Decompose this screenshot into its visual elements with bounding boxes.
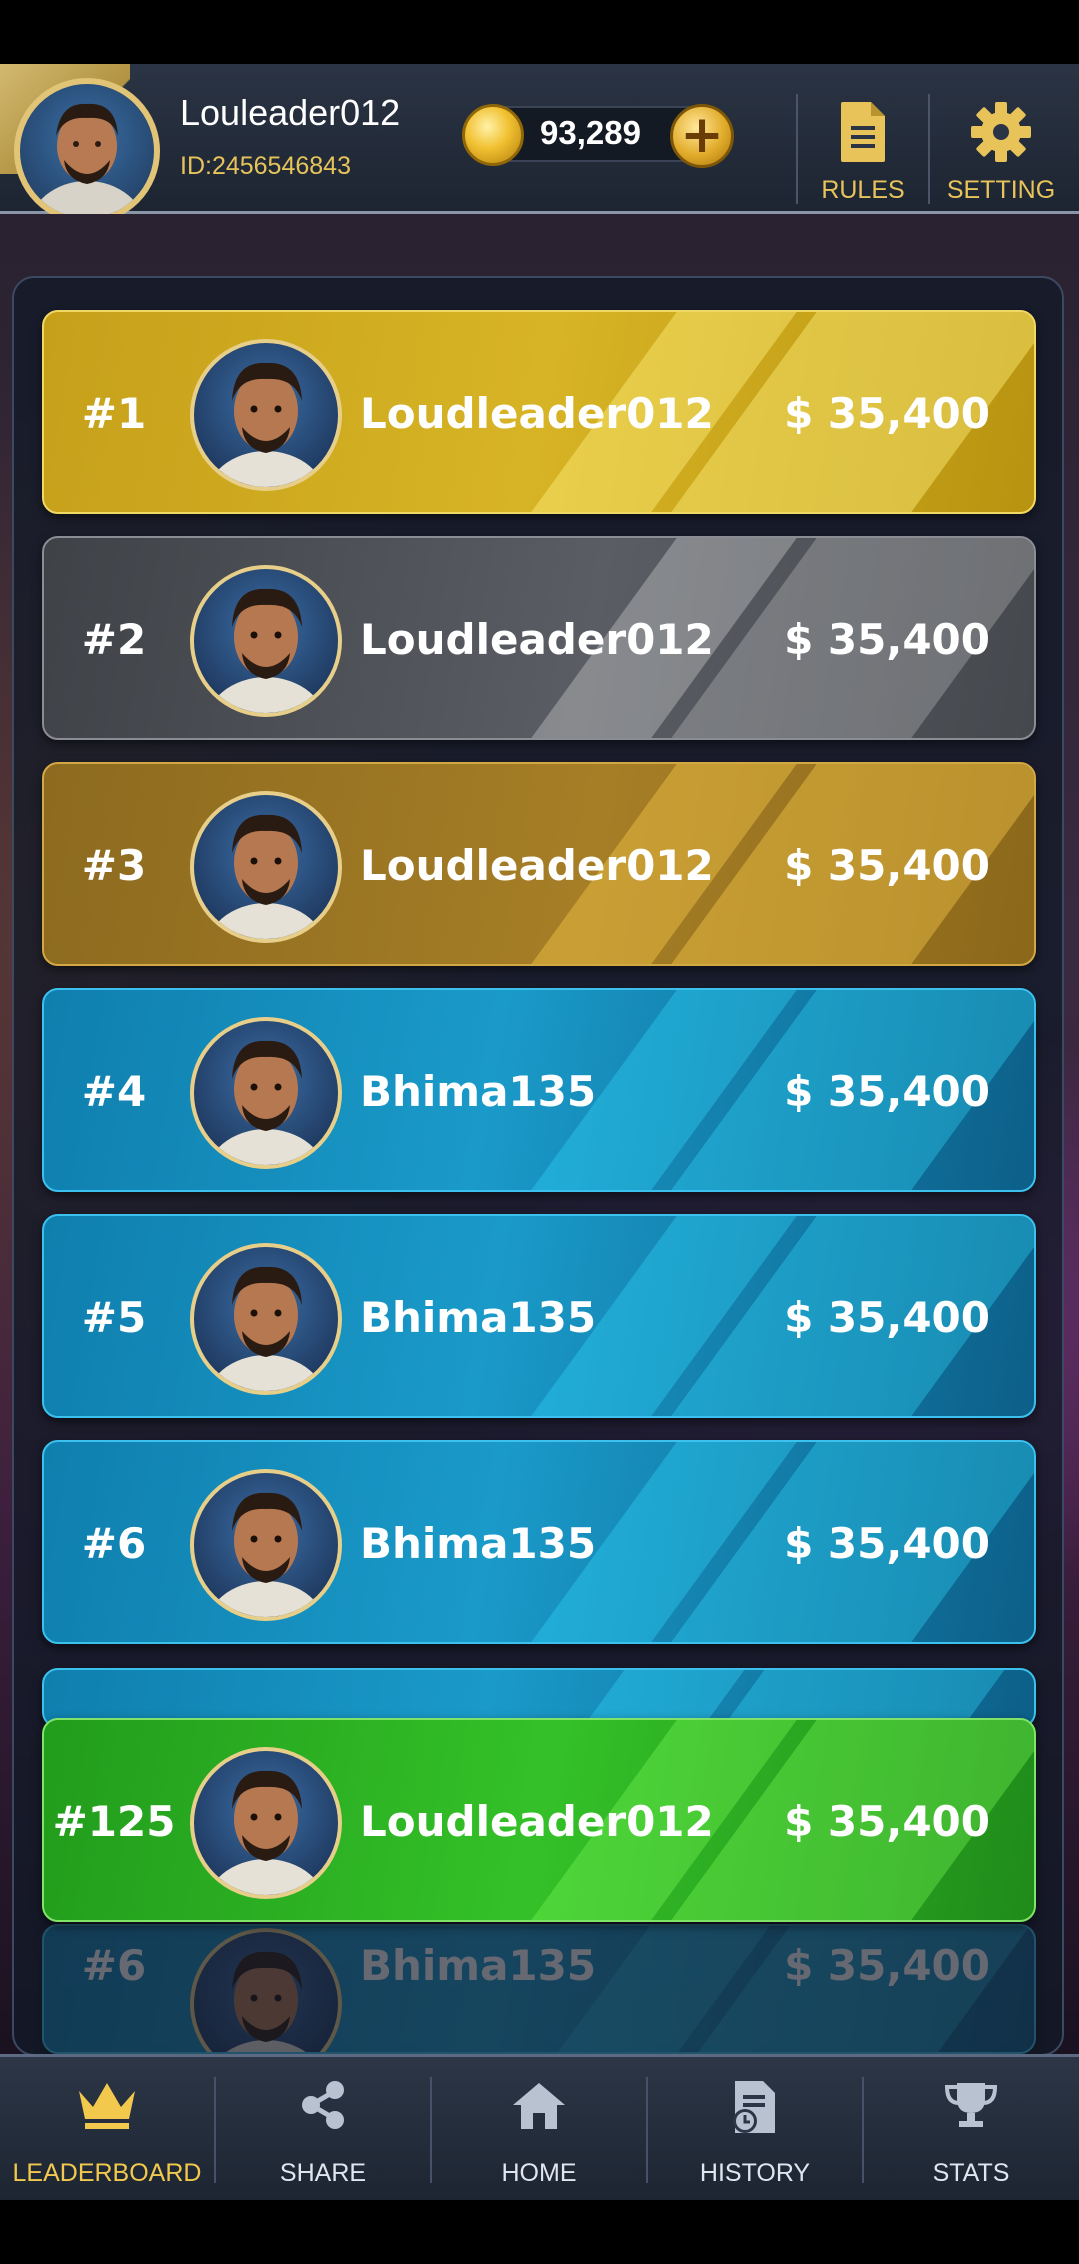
leaderboard-row[interactable]: #2 Loudleader012 $ 35,400 bbox=[42, 536, 1036, 740]
row-avatar bbox=[190, 1747, 342, 1899]
row-rank: #1 bbox=[81, 389, 147, 438]
nav-stats[interactable]: STATS bbox=[864, 2057, 1078, 2203]
row-amount: $ 35,400 bbox=[784, 1293, 990, 1342]
gear-icon bbox=[969, 100, 1033, 168]
row-player-name: Bhima135 bbox=[360, 1519, 597, 1568]
leaderboard-row-faded: #6 Bhima135 $ 35,400 bbox=[42, 1924, 1036, 2054]
row-avatar bbox=[190, 565, 342, 717]
nav-label: STATS bbox=[932, 2159, 1010, 2187]
nav-label: HOME bbox=[501, 2159, 577, 2187]
row-amount: $ 35,400 bbox=[784, 389, 990, 438]
row-amount: $ 35,400 bbox=[784, 1797, 990, 1846]
row-player-name: Bhima135 bbox=[360, 1941, 597, 1990]
row-avatar bbox=[190, 339, 342, 491]
coin-icon bbox=[462, 104, 524, 166]
row-rank: #2 bbox=[81, 615, 147, 664]
row-player-name: Loudleader012 bbox=[360, 841, 714, 890]
row-avatar bbox=[190, 1928, 342, 2052]
row-amount: $ 35,400 bbox=[784, 1067, 990, 1116]
rules-button[interactable]: RULES bbox=[798, 94, 928, 214]
top-header: Louleader012 ID:2456546843 93,289 + RULE… bbox=[0, 64, 1079, 224]
row-amount: $ 35,400 bbox=[784, 1941, 990, 1990]
row-player-name: Bhima135 bbox=[360, 1067, 597, 1116]
row-rank: #125 bbox=[52, 1797, 176, 1846]
add-coins-button[interactable]: + bbox=[670, 104, 734, 168]
home-icon bbox=[511, 2079, 567, 2135]
row-rank: #5 bbox=[81, 1293, 147, 1342]
nav-label: LEADERBOARD bbox=[12, 2159, 202, 2187]
share-icon bbox=[297, 2079, 349, 2135]
nav-home[interactable]: HOME bbox=[432, 2057, 646, 2203]
row-player-name: Loudleader012 bbox=[360, 615, 714, 664]
leaderboard-row[interactable]: #4 Bhima135 $ 35,400 bbox=[42, 988, 1036, 1192]
leaderboard-row[interactable]: #5 Bhima135 $ 35,400 bbox=[42, 1214, 1036, 1418]
row-player-name: Bhima135 bbox=[360, 1293, 597, 1342]
row-avatar bbox=[190, 791, 342, 943]
nav-share[interactable]: SHARE bbox=[216, 2057, 430, 2203]
row-player-name: Loudleader012 bbox=[360, 389, 714, 438]
row-avatar bbox=[190, 1243, 342, 1395]
row-rank: #6 bbox=[81, 1519, 147, 1568]
nav-label: HISTORY bbox=[699, 2159, 811, 2187]
player-portrait-icon bbox=[30, 103, 144, 218]
current-user-row[interactable]: #125 Loudleader012 $ 35,400 bbox=[42, 1718, 1036, 1922]
player-username: Louleader012 bbox=[180, 92, 401, 133]
crown-icon bbox=[75, 2079, 139, 2135]
nav-leaderboard[interactable]: LEADERBOARD bbox=[0, 2057, 214, 2203]
nav-label: SHARE bbox=[279, 2159, 367, 2187]
row-amount: $ 35,400 bbox=[784, 615, 990, 664]
rules-label: RULES bbox=[821, 176, 905, 204]
player-id: ID:2456546843 bbox=[180, 152, 351, 180]
row-avatar bbox=[190, 1469, 342, 1621]
history-icon bbox=[729, 2079, 781, 2139]
row-amount: $ 35,400 bbox=[784, 1519, 990, 1568]
header-divider bbox=[928, 94, 930, 204]
status-bar bbox=[0, 0, 1079, 64]
setting-label: SETTING bbox=[946, 176, 1056, 204]
document-icon bbox=[839, 100, 887, 168]
setting-button[interactable]: SETTING bbox=[936, 94, 1066, 214]
row-player-name: Loudleader012 bbox=[360, 1797, 714, 1846]
nav-history[interactable]: HISTORY bbox=[648, 2057, 862, 2203]
row-rank: #6 bbox=[81, 1941, 147, 1990]
row-rank: #3 bbox=[81, 841, 147, 890]
leaderboard-row[interactable]: #6 Bhima135 $ 35,400 bbox=[42, 1440, 1036, 1644]
bottom-navigation: LEADERBOARD SHARE HOME HISTORY STATS bbox=[0, 2054, 1079, 2200]
system-bottom-bar bbox=[0, 2200, 1079, 2264]
row-avatar bbox=[190, 1017, 342, 1169]
leaderboard-row[interactable]: #1 Loudleader012 $ 35,400 bbox=[42, 310, 1036, 514]
player-avatar[interactable] bbox=[14, 78, 160, 224]
coin-balance: 93,289 bbox=[540, 114, 641, 151]
trophy-icon bbox=[943, 2079, 999, 2135]
leaderboard-row[interactable]: #3 Loudleader012 $ 35,400 bbox=[42, 762, 1036, 966]
row-rank: #4 bbox=[81, 1067, 147, 1116]
row-amount: $ 35,400 bbox=[784, 841, 990, 890]
